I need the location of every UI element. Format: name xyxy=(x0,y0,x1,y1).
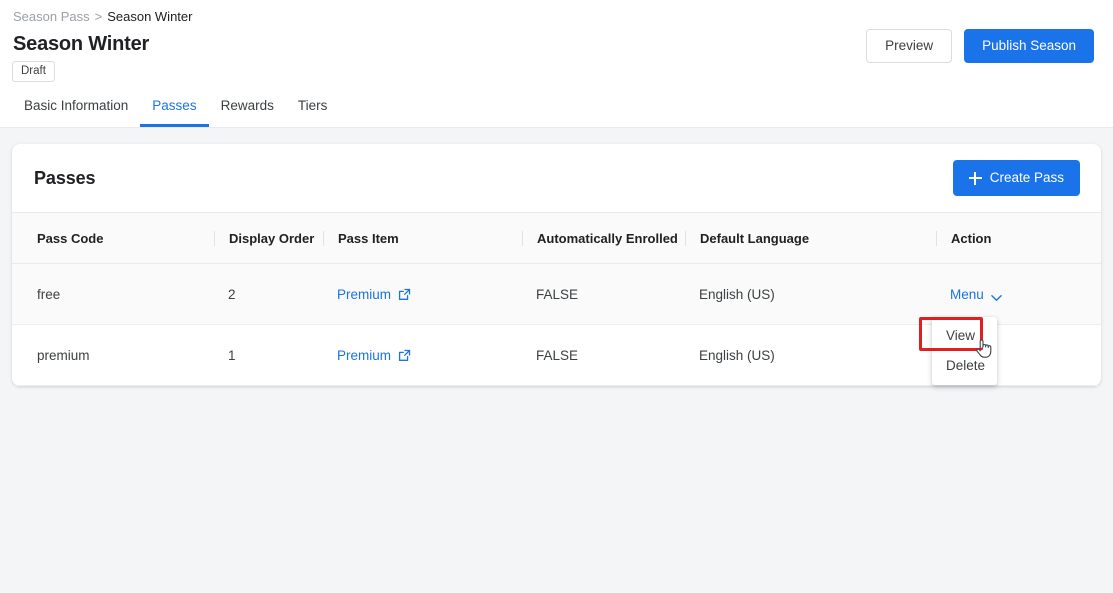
cell-automatically-enrolled: FALSE xyxy=(522,324,685,386)
preview-button[interactable]: Preview xyxy=(866,29,953,63)
dropdown-item-view[interactable]: View xyxy=(932,321,997,351)
passes-table-head: Pass Code Display Order Pass Item Automa… xyxy=(12,212,1101,264)
column-header-pass-item[interactable]: Pass Item xyxy=(323,212,522,264)
pass-item-link[interactable]: Premium xyxy=(337,287,411,302)
row-menu-label: Menu xyxy=(950,286,984,302)
header-actions: Preview Publish Season xyxy=(866,29,1094,63)
breadcrumb-parent-link[interactable]: Season Pass xyxy=(13,9,90,24)
cell-automatically-enrolled: FALSE xyxy=(522,263,685,325)
table-header-row: Pass Code Display Order Pass Item Automa… xyxy=(12,212,1101,264)
dropdown-item-delete[interactable]: Delete xyxy=(932,351,997,381)
cell-display-order: 2 xyxy=(214,263,323,325)
cell-action: Menu xyxy=(936,263,1101,325)
column-header-pass-code[interactable]: Pass Code xyxy=(12,212,214,264)
row-menu-button[interactable]: Menu xyxy=(950,287,1002,302)
chevron-down-icon xyxy=(991,290,1002,301)
passes-card-header: Passes Create Pass xyxy=(12,144,1101,212)
row-action-dropdown: View Delete xyxy=(932,317,997,385)
column-header-default-language[interactable]: Default Language xyxy=(685,212,936,264)
plus-icon xyxy=(968,171,982,185)
cell-pass-item: Premium xyxy=(323,263,522,325)
cell-pass-item: Premium xyxy=(323,324,522,386)
publish-season-button[interactable]: Publish Season xyxy=(964,29,1094,63)
cell-display-order: 1 xyxy=(214,324,323,386)
column-header-automatically-enrolled[interactable]: Automatically Enrolled xyxy=(522,212,685,264)
tab-rewards[interactable]: Rewards xyxy=(209,98,286,127)
tab-basic-information[interactable]: Basic Information xyxy=(12,98,140,127)
cell-default-language: English (US) xyxy=(685,324,936,386)
passes-card-title: Passes xyxy=(34,167,96,188)
breadcrumb-current: Season Winter xyxy=(107,9,193,24)
page-title: Season Winter xyxy=(13,33,150,55)
pass-item-link[interactable]: Premium xyxy=(337,348,411,363)
tab-bar: Basic Information Passes Rewards Tiers xyxy=(0,98,339,127)
external-link-icon xyxy=(398,288,411,301)
cell-pass-code: premium xyxy=(12,324,214,386)
create-pass-button[interactable]: Create Pass xyxy=(952,160,1080,196)
pass-item-label: Premium xyxy=(337,347,392,363)
passes-card: Passes Create Pass Pass Code Display Ord… xyxy=(12,144,1101,386)
breadcrumb-separator: > xyxy=(94,9,103,24)
tab-passes[interactable]: Passes xyxy=(140,98,209,127)
create-pass-label: Create Pass xyxy=(989,170,1064,185)
cell-default-language: English (US) xyxy=(685,263,936,325)
column-header-display-order[interactable]: Display Order xyxy=(214,212,323,264)
tab-tiers[interactable]: Tiers xyxy=(286,98,340,127)
table-row[interactable]: free 2 Premium FALSE English (US) Menu xyxy=(12,263,1101,325)
status-badge: Draft xyxy=(12,61,55,82)
column-header-action[interactable]: Action xyxy=(936,212,1101,264)
breadcrumb: Season Pass > Season Winter xyxy=(13,9,192,25)
pass-item-label: Premium xyxy=(337,286,392,302)
external-link-icon xyxy=(398,349,411,362)
page-header: Season Pass > Season Winter Season Winter … xyxy=(0,0,1113,128)
cell-pass-code: free xyxy=(12,263,214,325)
